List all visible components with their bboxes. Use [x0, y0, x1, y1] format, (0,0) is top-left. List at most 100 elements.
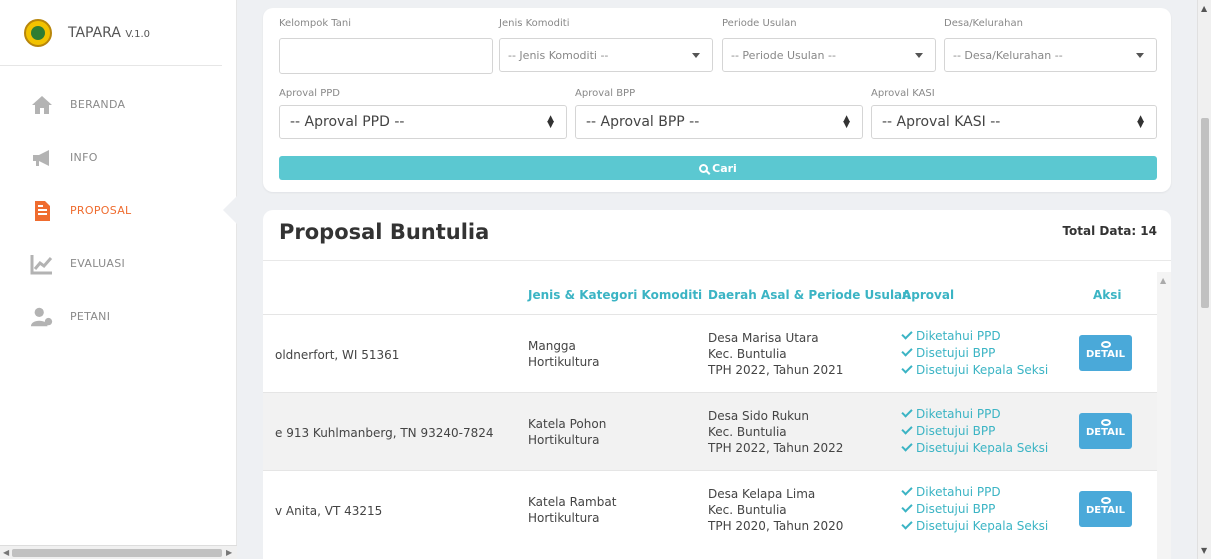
desa-cell: Desa Kelapa Lima — [708, 487, 816, 501]
brand[interactable]: TAPARA V.1.0 — [0, 0, 222, 66]
eye-icon — [1100, 419, 1111, 426]
aproval-ppd-label: Aproval PPD — [279, 88, 340, 99]
check-icon — [901, 345, 913, 357]
sidebar-item-label: PETANI — [70, 310, 111, 323]
desa-kelurahan-label: Desa/Kelurahan — [944, 18, 1023, 29]
scroll-down-icon[interactable]: ▼ — [1201, 546, 1207, 555]
sidebar-item-evaluasi[interactable]: EVALUASI — [0, 237, 236, 290]
jenis-komoditi-select[interactable]: -- Jenis Komoditi -- — [499, 38, 713, 72]
kategori-cell: Hortikultura — [528, 511, 600, 525]
column-header-aksi: Aksi — [1093, 288, 1122, 302]
kategori-cell: Hortikultura — [528, 355, 600, 369]
sidebar-horizontal-scrollbar[interactable]: ◀ ▶ — [0, 545, 237, 559]
brand-name: TAPARA — [68, 24, 121, 41]
column-header-komoditi[interactable]: Jenis & Kategori Komoditi — [528, 288, 702, 302]
detail-button[interactable]: DETAIL — [1079, 335, 1132, 371]
column-header-daerah[interactable]: Daerah Asal & Periode Usulan — [708, 288, 911, 302]
approval-text: Disetujui BPP — [916, 424, 996, 438]
table-vertical-scrollbar[interactable]: ▲ — [1157, 272, 1171, 559]
scroll-right-icon[interactable]: ▶ — [226, 548, 232, 557]
kategori-cell: Hortikultura — [528, 433, 600, 447]
approval-text: Disetujui Kepala Seksi — [916, 519, 1049, 533]
desa-kelurahan-select[interactable]: -- Desa/Kelurahan -- — [944, 38, 1157, 72]
logo-icon — [24, 18, 52, 47]
aproval-bpp-select[interactable]: -- Aproval BPP -- ▲ ▼ — [575, 105, 863, 139]
updown-arrows-icon: ▲ ▼ — [1137, 114, 1144, 130]
jenis-komoditi-label: Jenis Komoditi — [499, 18, 570, 29]
komoditi-cell: Katela Rambat — [528, 495, 617, 509]
sidebar-item-petani[interactable]: PETANI — [0, 290, 236, 343]
page-vertical-scrollbar[interactable]: ▲ ▼ — [1197, 0, 1211, 559]
aproval-bpp-value: -- Aproval BPP -- — [586, 114, 700, 130]
scroll-left-icon[interactable]: ◀ — [3, 548, 9, 557]
check-icon — [901, 328, 913, 340]
kecamatan-cell: Kec. Buntulia — [708, 503, 787, 517]
updown-arrows-icon: ▲ ▼ — [547, 114, 554, 130]
periode-usulan-label: Periode Usulan — [722, 18, 797, 29]
approval-text: Diketahui PPD — [916, 329, 1001, 343]
total-data-count: Total Data: 14 — [1062, 224, 1157, 238]
approval-kasi: Disetujui Kepala Seksi — [901, 518, 1049, 534]
eye-icon — [1100, 341, 1111, 348]
aproval-kasi-value: -- Aproval KASI -- — [882, 114, 1001, 130]
approval-kasi: Disetujui Kepala Seksi — [901, 362, 1048, 378]
eye-icon — [1100, 497, 1111, 504]
sidebar-item-label: PROPOSAL — [70, 204, 132, 217]
periode-usulan-select[interactable]: -- Periode Usulan -- — [722, 38, 936, 72]
approval-ppd: Diketahui PPD — [901, 406, 1001, 422]
detail-button[interactable]: DETAIL — [1079, 413, 1132, 449]
chevron-down-icon — [692, 53, 700, 58]
check-icon — [901, 406, 913, 418]
page-title: Proposal Buntulia — [279, 220, 490, 244]
approval-ppd: Diketahui PPD — [901, 328, 1001, 344]
periode-usulan-value: -- Periode Usulan -- — [731, 48, 836, 62]
check-icon — [901, 518, 913, 530]
periode-cell: TPH 2022, Tahun 2022 — [708, 441, 844, 455]
updown-arrows-icon: ▲ ▼ — [843, 114, 850, 130]
aproval-kasi-select[interactable]: -- Aproval KASI -- ▲ ▼ — [871, 105, 1157, 139]
kelompok-tani-input[interactable] — [279, 38, 493, 74]
table-row: e 913 Kuhlmanberg, TN 93240-7824 Katela … — [263, 392, 1157, 470]
komoditi-cell: Katela Pohon — [528, 417, 607, 431]
scroll-up-icon[interactable]: ▲ — [1160, 276, 1166, 285]
megaphone-icon — [30, 146, 54, 170]
sidebar-item-beranda[interactable]: BERANDA — [0, 78, 236, 131]
document-icon — [30, 199, 54, 223]
kelompok-tani-label: Kelompok Tani — [279, 18, 351, 29]
approval-ppd: Diketahui PPD — [901, 484, 1001, 500]
user-icon — [30, 305, 54, 329]
scroll-up-icon[interactable]: ▲ — [1201, 4, 1207, 13]
komoditi-cell: Mangga — [528, 339, 576, 353]
scrollbar-thumb[interactable] — [1201, 118, 1209, 308]
approval-text: Disetujui BPP — [916, 346, 996, 360]
desa-kelurahan-value: -- Desa/Kelurahan -- — [953, 48, 1063, 62]
scrollbar-thumb[interactable] — [12, 549, 222, 557]
approval-text: Diketahui PPD — [916, 407, 1001, 421]
sidebar-item-label: INFO — [70, 151, 98, 164]
approval-bpp: Disetujui BPP — [901, 423, 996, 439]
address-cell: oldnerfort, WI 51361 — [275, 348, 400, 362]
address-cell: v Anita, VT 43215 — [275, 504, 383, 518]
aproval-ppd-select[interactable]: -- Aproval PPD -- ▲ ▼ — [279, 105, 567, 139]
approval-bpp: Disetujui BPP — [901, 345, 996, 361]
approval-text: Disetujui Kepala Seksi — [916, 441, 1049, 455]
column-header-aproval[interactable]: Aproval — [902, 288, 954, 302]
approval-bpp: Disetujui BPP — [901, 501, 996, 517]
approval-kasi: Disetujui Kepala Seksi — [901, 440, 1049, 456]
chevron-down-icon — [1136, 53, 1144, 58]
check-icon — [901, 440, 913, 452]
sidebar: TAPARA V.1.0 BERANDA INFO PROPOSAL EVALU… — [0, 0, 237, 559]
sidebar-item-proposal[interactable]: PROPOSAL — [0, 184, 237, 237]
table-row: v Anita, VT 43215 Katela Rambat Hortikul… — [263, 470, 1157, 548]
chevron-down-icon — [915, 53, 923, 58]
approval-text: Diketahui PPD — [916, 485, 1001, 499]
brand-title: TAPARA V.1.0 — [68, 25, 150, 41]
search-button[interactable]: Cari — [279, 156, 1157, 180]
aproval-kasi-label: Aproval KASI — [871, 88, 935, 99]
detail-button[interactable]: DETAIL — [1079, 491, 1132, 527]
sidebar-item-info[interactable]: INFO — [0, 131, 236, 184]
approval-text: Disetujui BPP — [916, 502, 996, 516]
kecamatan-cell: Kec. Buntulia — [708, 425, 787, 439]
address-cell: e 913 Kuhlmanberg, TN 93240-7824 — [275, 426, 494, 440]
chart-icon — [30, 252, 54, 276]
